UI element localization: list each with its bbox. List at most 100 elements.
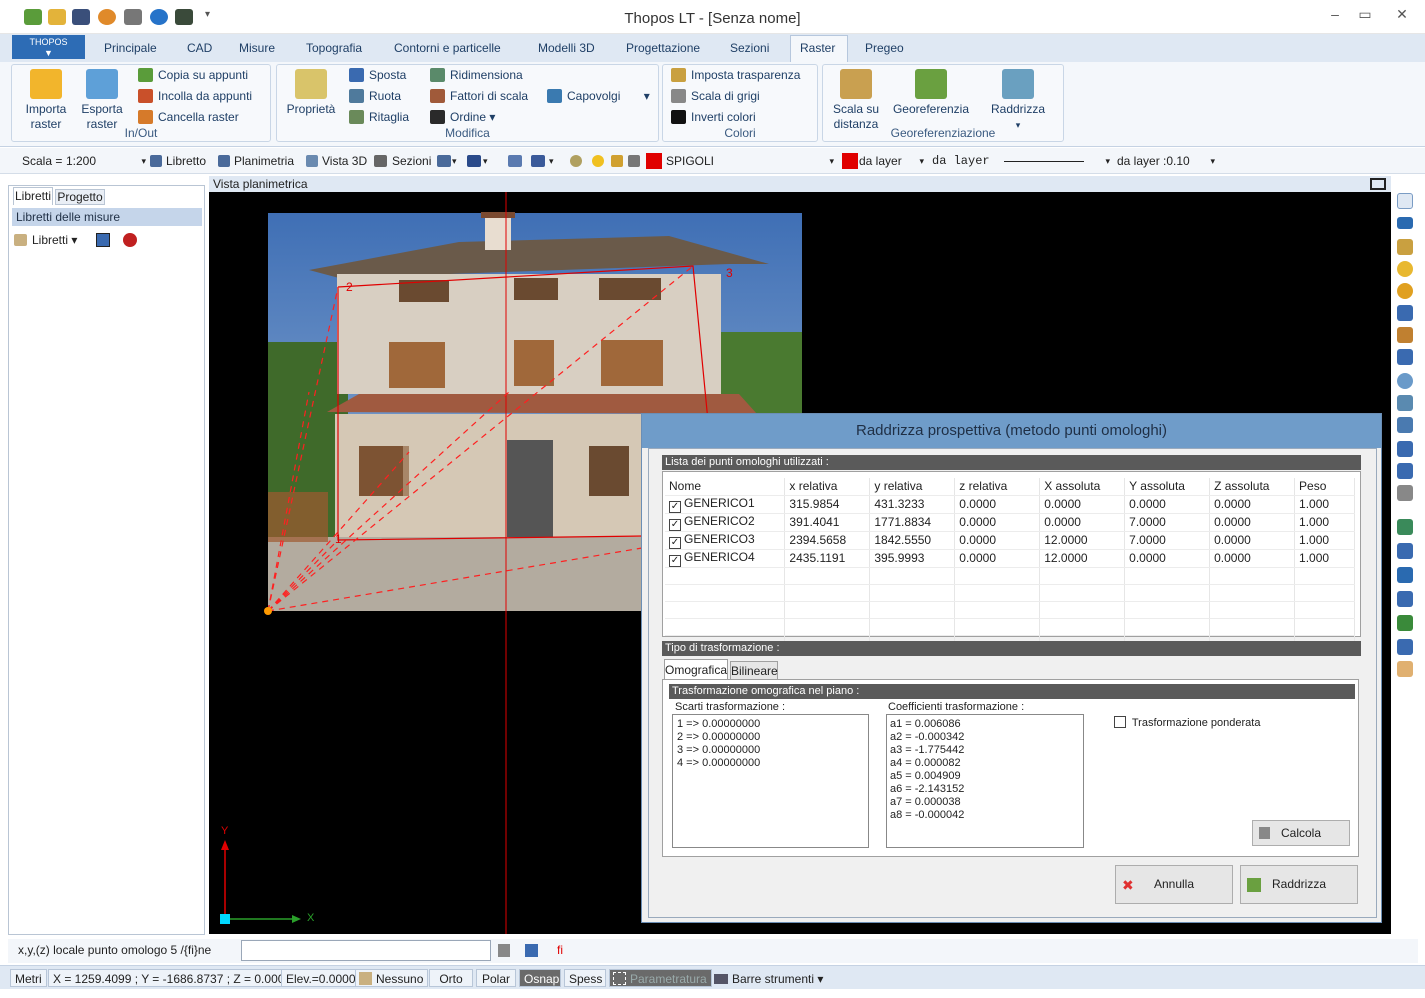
cancella-raster-button[interactable]: Cancella raster [136,108,239,126]
nessuno-button[interactable]: Nessuno [355,969,429,987]
row-checkbox[interactable]: ✓ [669,536,681,549]
barre-strumenti-button[interactable]: Barre strumenti ▾ [712,972,823,986]
tab-principale[interactable]: Principale [104,41,157,55]
layer-select[interactable]: SPIGOLI ▾ [646,152,838,170]
copia-appunti-button[interactable]: Copia su appunti [136,66,248,84]
tab-topografia[interactable]: Topografia [306,41,362,55]
tab-cad[interactable]: CAD [187,41,212,55]
zoom-prev-icon[interactable] [1397,639,1413,655]
snap-tool-icon[interactable] [1397,463,1413,479]
capovolgi-button[interactable]: Capovolgi ▾ [545,87,650,105]
sezioni-button[interactable]: Sezioni [374,152,431,170]
tab-libretti[interactable]: Libretti [13,187,53,205]
table-row[interactable]: ✓ GENERICO4 2435.1191 395.9993 0.0000 12.0000… [665,549,1355,568]
printer-layer-icon[interactable] [628,152,642,170]
app-menu-button[interactable]: THOPOS ▼ [12,35,85,59]
importa-raster-button[interactable]: Importa raster [18,69,74,132]
elevation-display[interactable]: Elev.=0.0000 [281,969,361,987]
tab-misure[interactable]: Misure [239,41,275,55]
ponderata-checkbox[interactable]: Trasformazione ponderata [1114,716,1260,729]
sphere-tool-icon[interactable] [1397,373,1413,389]
calcola-button[interactable]: Calcola [1252,820,1350,846]
arc-tool-icon[interactable] [1397,283,1413,299]
sposta-button[interactable]: Sposta [347,66,406,84]
points-table[interactable]: Nome x relativa y relativa z relativa X … [662,471,1361,653]
zoom-number-icon[interactable] [1397,567,1413,583]
ritaglia-button[interactable]: Ritaglia [347,108,409,126]
libretti-dropdown[interactable]: Libretti ▾ [14,231,77,249]
scala-select[interactable]: 1:200 ▾ [66,152,146,170]
incolla-appunti-button[interactable]: Incolla da appunti [136,87,252,105]
circle-tool-icon[interactable] [1397,261,1413,277]
layout-rows-button[interactable]: ▾ [467,152,491,170]
scala-distanza-button[interactable]: Scala su distanza [827,69,885,132]
osnap-toggle[interactable]: Osnap [519,969,561,987]
raddrizza-button[interactable]: Raddrizza [1240,865,1358,904]
linetype-select[interactable]: da layer ▾ [932,152,1112,170]
row-checkbox[interactable]: ✓ [669,518,681,531]
lineweight-select[interactable]: da layer :0.10 ▾ [1117,152,1217,170]
ridimensiona-button[interactable]: Ridimensiona [428,66,523,84]
ruota-button[interactable]: Ruota [347,87,401,105]
planimetria-button[interactable]: Planimetria [218,152,294,170]
layout-columns-button[interactable]: ▾ [437,152,459,170]
number-tool-icon[interactable] [1397,217,1413,229]
history-icon[interactable] [525,944,538,957]
lightbulb-icon[interactable] [592,152,606,170]
maximize-view-icon[interactable] [1370,178,1386,190]
zoom-in-icon[interactable] [1397,591,1413,607]
cloud-tool-icon[interactable] [1397,485,1413,501]
fine-link[interactable]: fi [557,943,563,957]
orto-toggle[interactable]: Orto [429,969,473,987]
esporta-raster-button[interactable]: Esporta raster [78,69,126,132]
zoom-window-icon[interactable] [1397,543,1413,559]
fattori-scala-button[interactable]: Fattori di scala [428,87,528,105]
bug-icon[interactable] [123,233,137,247]
zoom-extent-icon[interactable] [1397,519,1413,535]
command-input[interactable] [241,940,491,961]
tab-raster[interactable]: Raster [800,41,835,55]
measure-tool-icon[interactable] [1397,327,1413,343]
table-row[interactable]: ✓ GENERICO1 315.9854 431.3233 0.0000 0.0000 0.… [665,495,1355,514]
libretto-button[interactable]: Libretto [150,152,206,170]
imposta-trasparenza-button[interactable]: Imposta trasparenza [669,66,800,84]
table-row[interactable]: ✓ GENERICO3 2394.5658 1842.5550 0.0000 12.000… [665,531,1355,550]
raddrizza-ribbon-button[interactable]: Raddrizza ▾ [983,69,1053,133]
units-button[interactable]: Metri [10,969,47,987]
refresh-icon[interactable] [96,233,110,247]
scarti-list[interactable]: 1 => 0.00000000 2 => 0.00000000 3 => 0.0… [672,714,869,848]
intersect-tool-icon[interactable] [1397,305,1413,321]
lock-icon[interactable] [611,152,625,170]
line-tool-icon[interactable] [1397,193,1413,209]
zoom-out-icon[interactable] [1397,615,1413,631]
table-row[interactable]: ✓ GENERICO2 391.4041 1771.8834 0.0000 0.0000 7… [665,513,1355,532]
row-checkbox[interactable]: ✓ [669,500,681,513]
row-checkbox[interactable]: ✓ [669,554,681,567]
vista3d-button[interactable]: Vista 3D [306,152,367,170]
polyline-tool-icon[interactable] [1397,239,1413,255]
tab-modelli-3d[interactable]: Modelli 3D [538,41,595,55]
layers-manager-button[interactable]: ▾ [531,152,557,170]
annulla-button[interactable]: ✖ Annulla [1115,865,1233,904]
polar-toggle[interactable]: Polar [476,969,516,987]
area-tool-icon[interactable] [1397,441,1413,457]
proprieta-button[interactable]: Proprietà [283,69,339,117]
scala-grigi-button[interactable]: Scala di grigi [669,87,760,105]
georeferenzia-button[interactable]: Georeferenzia [891,69,971,117]
maximize-button[interactable]: ▭ [1350,4,1380,24]
tab-contorni[interactable]: Contorni e particelle [394,41,501,55]
inverti-colori-button[interactable]: Inverti colori [669,108,756,126]
tab-sezioni[interactable]: Sezioni [730,41,769,55]
tab-pregeo[interactable]: Pregeo [865,41,904,55]
calculator-icon[interactable] [498,944,510,957]
coeff-list[interactable]: a1 = 0.006086 a2 = -0.000342 a3 = -1.775… [886,714,1084,848]
tab-progettazione[interactable]: Progettazione [626,41,700,55]
lightbulb-off-icon[interactable] [570,152,584,170]
layers-icon[interactable] [508,152,524,170]
close-button[interactable]: ✕ [1385,4,1419,24]
tab-progetto[interactable]: Progetto [55,189,105,205]
perpendicular-tool-icon[interactable] [1397,349,1413,365]
color-select[interactable]: da layer ▾ [842,152,926,170]
spess-toggle[interactable]: Spess [564,969,606,987]
tab-bilineare[interactable]: Bilineare [730,661,778,680]
